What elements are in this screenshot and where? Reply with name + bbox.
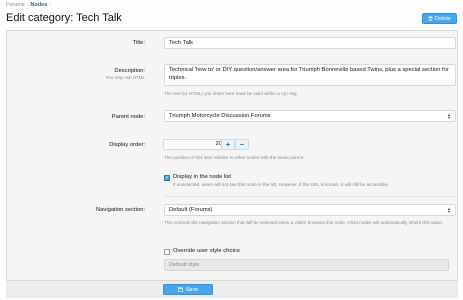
breadcrumb: Forums › Nodes ›	[6, 2, 53, 8]
display-order-input[interactable]: 20	[163, 139, 227, 150]
breadcrumb-item-nodes[interactable]: Nodes	[30, 2, 47, 8]
title-label: Title:	[132, 40, 145, 46]
navigation-section-select[interactable]: Default (Forums) ▲ ▼	[164, 204, 456, 216]
display-in-list-hint: If unselected, users will not see this n…	[173, 182, 390, 187]
breadcrumb-separator: ›	[26, 2, 29, 8]
divider	[164, 196, 456, 197]
description-hint: The text (or HTML) you insert here must …	[164, 91, 298, 96]
style-select: Default style	[164, 259, 449, 271]
save-icon	[177, 287, 183, 292]
parent-node-select-value: Triumph Motorcycle Discussion Forums	[169, 113, 271, 119]
override-style-label[interactable]: Override user style choice	[173, 248, 240, 254]
navigation-section-select-value: Default (Forums)	[169, 207, 213, 213]
title-input[interactable]: Tech Talk	[164, 37, 456, 49]
style-select-value: Default style	[169, 262, 200, 268]
title-input-value: Tech Talk	[169, 40, 194, 46]
override-style-checkbox[interactable]	[164, 249, 170, 255]
delete-button-label: Delete	[435, 15, 451, 22]
save-button-label: Save	[185, 286, 199, 293]
display-in-list-checkbox[interactable]: ✓	[164, 175, 170, 181]
increment-button[interactable]: +	[221, 139, 235, 150]
breadcrumb-separator: ›	[49, 2, 52, 8]
edit-form-panel: Title: Tech Talk Description: You may us…	[6, 30, 458, 298]
delete-button[interactable]: Delete	[422, 13, 457, 24]
navigation-section-label: Navigation section:	[96, 207, 145, 213]
form-footer: Save	[6, 280, 458, 298]
breadcrumb-item-forums[interactable]: Forums	[6, 2, 25, 8]
parent-node-select[interactable]: Triumph Motorcycle Discussion Forums ▲ ▼	[164, 110, 456, 122]
page-title: Edit category: Tech Talk	[6, 12, 122, 24]
description-textarea[interactable]: Technical 'how to' or DIY question/answe…	[164, 64, 456, 86]
select-arrows-icon: ▲ ▼	[447, 206, 451, 214]
description-sublabel: You may use HTML	[105, 75, 145, 80]
decrement-button[interactable]: −	[235, 139, 249, 150]
parent-node-label: Parent node:	[111, 114, 145, 120]
display-order-label: Display order:	[109, 142, 145, 148]
display-in-list-label[interactable]: Display in the node list	[173, 174, 231, 180]
select-arrows-icon: ▲ ▼	[447, 112, 451, 120]
navigation-section-hint: This controls the navigation section tha…	[164, 220, 444, 225]
description-label: Description:	[114, 68, 145, 74]
save-button[interactable]: Save	[163, 284, 213, 295]
trash-icon	[428, 16, 433, 21]
description-textarea-value: Technical 'how to' or DIY question/answe…	[169, 67, 449, 81]
display-order-hint: The position of this item relative to ot…	[164, 155, 305, 160]
